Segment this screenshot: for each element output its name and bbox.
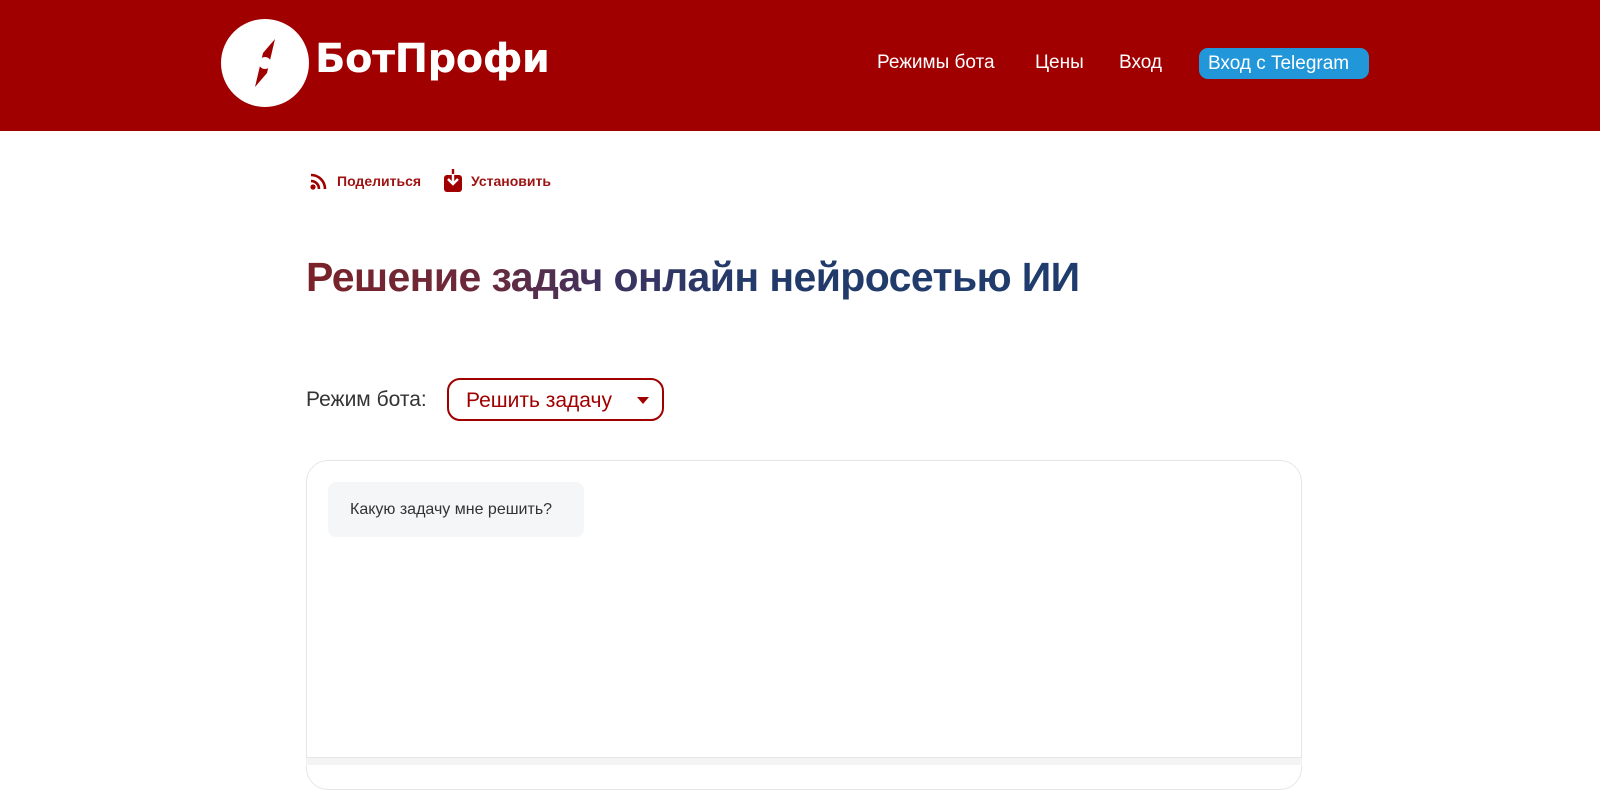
nav-prices-link[interactable]: Цены: [1035, 50, 1084, 76]
telegram-login-label: m Вход с Telegram: [1207, 53, 1350, 74]
share-label: Поделиться: [337, 173, 422, 189]
compass-needle-icon: [255, 39, 275, 87]
share-signal-icon: [308, 169, 330, 193]
chat-input-area[interactable]: [306, 757, 1302, 765]
bot-message-text: Какую задачу мне решить?: [350, 501, 553, 518]
install-button[interactable]: Установить: [442, 168, 551, 194]
nav-login-link[interactable]: Вход: [1119, 50, 1162, 76]
bot-mode-selected-value: Решить задачу: [466, 389, 612, 412]
page-title: Решение задач онлайн нейросетью ИИ: [306, 250, 1080, 304]
bot-mode-select[interactable]: Решить задачу: [447, 378, 664, 421]
chevron-down-icon: [637, 397, 649, 404]
download-icon: [442, 169, 464, 193]
bot-message-bubble: Какую задачу мне решить?: [328, 482, 584, 537]
logo-icon[interactable]: [221, 19, 309, 107]
telegram-login-button[interactable]: m Вход с Telegram: [1199, 48, 1369, 79]
nav-bot-modes-link[interactable]: Режимы бота: [877, 50, 995, 76]
brand-name[interactable]: БотПрофи: [315, 33, 550, 85]
install-label: Установить: [471, 173, 551, 189]
share-button[interactable]: Поделиться: [308, 168, 421, 194]
site-header: БотПрофи Режимы бота Цены Вход m Вход с …: [0, 0, 1600, 131]
bot-mode-label: Режим бота:: [306, 388, 427, 411]
